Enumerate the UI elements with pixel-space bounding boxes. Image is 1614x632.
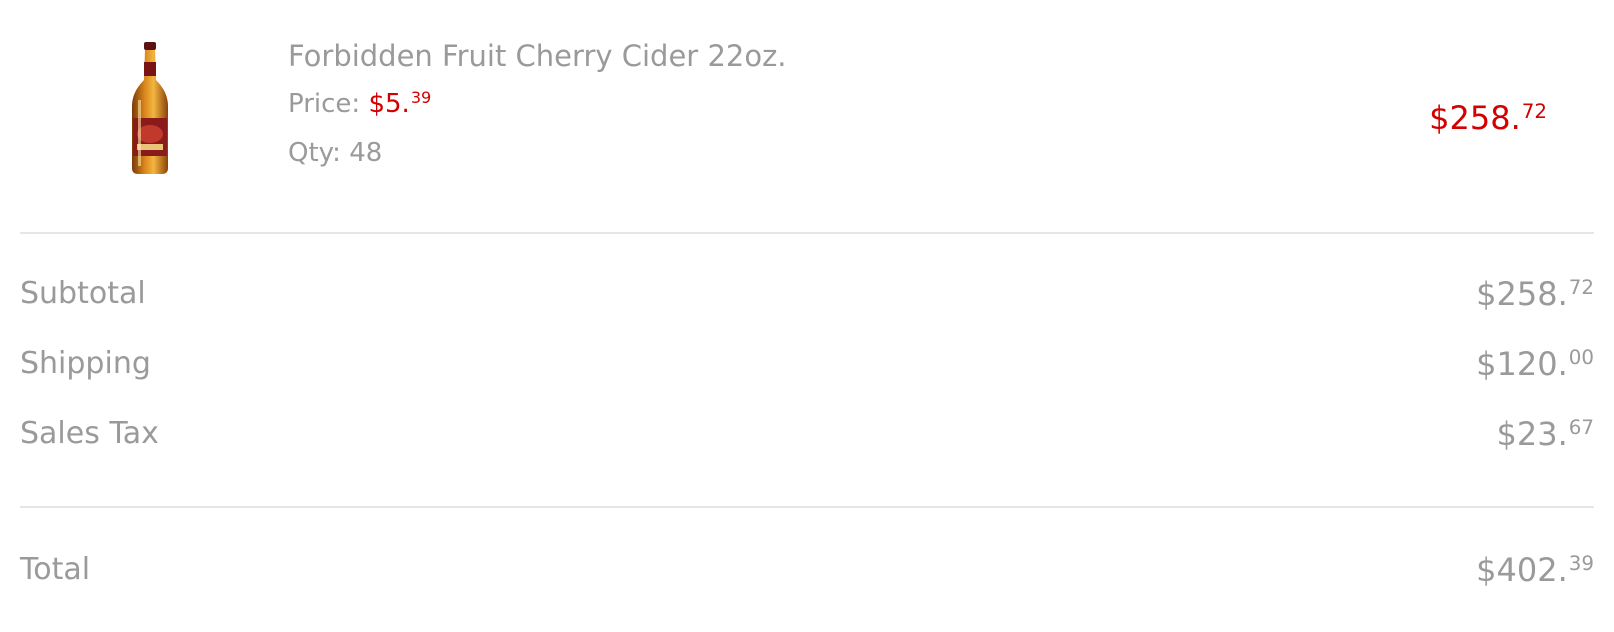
sales-tax-cents: 67 (1568, 416, 1594, 440)
sales-tax-value: $23.67 (1497, 412, 1594, 461)
quantity: Qty: 48 (288, 135, 787, 171)
cart-item-row: Forbidden Fruit Cherry Cider 22oz. Price… (20, 0, 1594, 234)
total-value: $402.39 (1476, 548, 1594, 597)
subtotal-label: Subtotal (20, 276, 146, 311)
shipping-label: Shipping (20, 346, 151, 381)
line-total: $258.72 (1429, 98, 1547, 143)
price-label: Price: (288, 89, 361, 119)
subtotal-value: $258.72 (1476, 272, 1594, 321)
qty-label: Qty: (288, 138, 341, 168)
beer-bottle-icon[interactable] (120, 40, 180, 180)
line-total-cents: 72 (1521, 100, 1547, 124)
total-cents: 39 (1568, 552, 1594, 576)
total-label: Total (20, 552, 91, 587)
subtotal-dollars: $258. (1476, 275, 1568, 313)
price-dollars: $5. (368, 89, 410, 119)
sales-tax-row: Sales Tax $23.67 (20, 412, 1594, 482)
order-summary: Subtotal $258.72 Shipping $120.00 Sales … (20, 272, 1594, 482)
qty-value: 48 (349, 138, 383, 168)
summary-divider (20, 506, 1594, 508)
unit-price: Price: $5.39 (288, 86, 787, 125)
shipping-value: $120.00 (1476, 342, 1594, 391)
sales-tax-dollars: $23. (1496, 415, 1568, 453)
price-value: $5.39 (368, 88, 432, 119)
total-row: Total $402.39 (20, 548, 1594, 598)
price-cents: 39 (410, 88, 432, 108)
sales-tax-label: Sales Tax (20, 416, 159, 451)
shipping-dollars: $120. (1476, 345, 1568, 383)
line-total-dollars: $258. (1429, 99, 1521, 137)
shipping-cents: 00 (1568, 346, 1594, 370)
shipping-row: Shipping $120.00 (20, 342, 1594, 412)
total-dollars: $402. (1476, 551, 1568, 589)
subtotal-row: Subtotal $258.72 (20, 272, 1594, 342)
product-name[interactable]: Forbidden Fruit Cherry Cider 22oz. (288, 36, 787, 76)
subtotal-cents: 72 (1568, 276, 1594, 300)
product-info: Forbidden Fruit Cherry Cider 22oz. Price… (288, 36, 787, 171)
